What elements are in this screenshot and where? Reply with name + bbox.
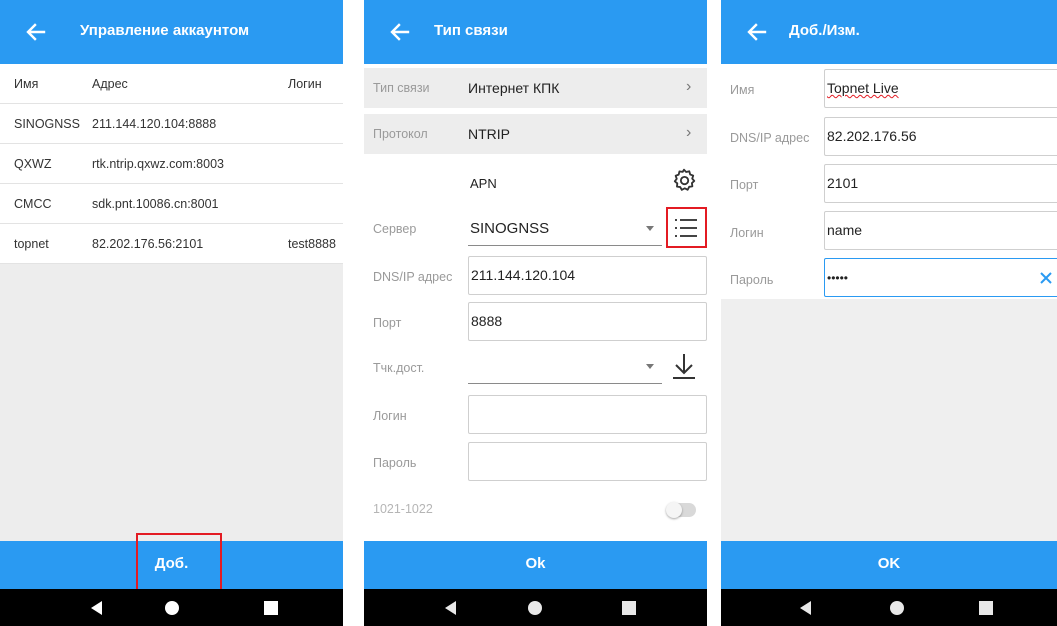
name-label: Имя <box>730 83 755 97</box>
chevron-down-icon <box>646 364 654 369</box>
table-row[interactable]: SINOGNSS 211.144.120.104:8888 <box>0 104 343 144</box>
rtcm-label: 1021-1022 <box>373 502 433 516</box>
add-edit-screen: Доб./Изм. Имя Topnet Live DNS/IP адрес 8… <box>721 0 1057 626</box>
circle-home-icon[interactable] <box>888 599 906 617</box>
close-icon[interactable] <box>1039 271 1053 285</box>
table-header: Имя Адрес Логин <box>0 64 343 104</box>
page-title: Доб./Изм. <box>789 22 860 39</box>
password-input-value: ••••• <box>827 271 849 285</box>
download-icon[interactable] <box>670 351 698 381</box>
server-label: Сервер <box>373 222 417 236</box>
conn-type-value: Интернет КПК <box>468 80 560 96</box>
ok-button-label: OK <box>877 555 901 572</box>
account-login: test8888 <box>288 237 336 251</box>
mountpoint-label: Тчк.дост. <box>373 361 425 375</box>
dns-input-value: 211.144.120.104 <box>471 267 576 283</box>
dns-input[interactable]: 211.144.120.104 <box>468 256 707 295</box>
page-title: Тип связи <box>434 22 508 39</box>
account-list-area: Имя Адрес Логин SINOGNSS 211.144.120.104… <box>0 64 343 541</box>
gear-icon[interactable] <box>671 167 697 193</box>
server-select[interactable]: SINOGNSS <box>468 210 662 246</box>
account-table: Имя Адрес Логин SINOGNSS 211.144.120.104… <box>0 64 343 264</box>
page-title: Управление аккаунтом <box>80 22 250 39</box>
login-input[interactable] <box>468 395 707 434</box>
password-label: Пароль <box>730 273 774 287</box>
port-input[interactable]: 8888 <box>468 302 707 341</box>
port-input[interactable]: 2101 <box>824 164 1057 203</box>
server-select-value: SINOGNSS <box>470 220 550 237</box>
square-recents-icon[interactable] <box>262 599 280 617</box>
chevron-right-icon: › <box>686 124 692 141</box>
chevron-down-icon <box>646 226 654 231</box>
conn-type-row[interactable]: Тип связи Интернет КПК › <box>364 68 707 108</box>
triangle-back-icon[interactable] <box>797 599 815 617</box>
port-input-value: 2101 <box>827 175 859 191</box>
login-label: Логин <box>373 409 407 423</box>
app-bar: Доб./Изм. <box>721 0 1057 64</box>
connection-form: Тип связи Интернет КПК › Протокол NTRIP … <box>364 64 707 541</box>
column-header-name: Имя <box>14 77 39 91</box>
account-management-screen: Управление аккаунтом Имя Адрес Логин SIN… <box>0 0 343 626</box>
table-row[interactable]: QXWZ rtk.ntrip.qxwz.com:8003 <box>0 144 343 184</box>
account-address: sdk.pnt.10086.cn:8001 <box>92 197 219 211</box>
apn-label: APN <box>470 176 497 191</box>
account-address: rtk.ntrip.qxwz.com:8003 <box>92 157 224 171</box>
dns-input[interactable]: 82.202.176.56 <box>824 117 1057 156</box>
system-nav-bar <box>721 589 1057 626</box>
account-address: 82.202.176.56:2101 <box>92 237 204 251</box>
arrow-left-icon[interactable] <box>24 20 48 44</box>
protocol-label: Протокол <box>373 127 428 141</box>
password-input[interactable]: ••••• <box>824 258 1057 297</box>
column-header-address: Адрес <box>92 77 128 91</box>
login-input[interactable]: name <box>824 211 1057 250</box>
triangle-back-icon[interactable] <box>442 599 460 617</box>
app-bar: Тип связи <box>364 0 707 64</box>
port-input-value: 8888 <box>471 313 503 329</box>
column-header-login: Логин <box>288 77 322 91</box>
account-name: SINOGNSS <box>14 117 80 131</box>
protocol-row[interactable]: Протокол NTRIP › <box>364 114 707 154</box>
circle-home-icon[interactable] <box>163 599 181 617</box>
login-input-value: name <box>827 222 863 238</box>
dns-input-value: 82.202.176.56 <box>827 128 917 144</box>
port-label: Порт <box>730 178 759 192</box>
system-nav-bar <box>364 589 707 626</box>
chevron-right-icon: › <box>686 78 692 95</box>
dns-label: DNS/IP адрес <box>730 131 810 145</box>
arrow-left-icon[interactable] <box>745 20 769 44</box>
name-input[interactable]: Topnet Live <box>824 69 1057 108</box>
system-nav-bar <box>0 589 343 626</box>
app-bar: Управление аккаунтом <box>0 0 343 64</box>
edit-form-fields: Имя Topnet Live DNS/IP адрес 82.202.176.… <box>721 64 1057 299</box>
list-icon-highlight <box>666 207 707 248</box>
account-name: topnet <box>14 237 49 251</box>
account-address: 211.144.120.104:8888 <box>92 117 217 131</box>
password-input[interactable] <box>468 442 707 481</box>
table-row[interactable]: topnet 82.202.176.56:2101 test8888 <box>0 224 343 264</box>
table-row[interactable]: CMCC sdk.pnt.10086.cn:8001 <box>0 184 343 224</box>
triangle-back-icon[interactable] <box>88 599 106 617</box>
ok-button[interactable]: Ok <box>364 541 707 589</box>
arrow-left-icon[interactable] <box>388 20 412 44</box>
conn-type-label: Тип связи <box>373 81 430 95</box>
port-label: Порт <box>373 316 402 330</box>
ok-button[interactable]: OK <box>721 541 1057 589</box>
toggle-knob <box>666 502 682 518</box>
account-name: QXWZ <box>14 157 52 171</box>
square-recents-icon[interactable] <box>620 599 638 617</box>
ok-button-label: Ok <box>525 555 546 572</box>
rtcm-toggle[interactable] <box>666 501 698 519</box>
account-name: CMCC <box>14 197 52 211</box>
circle-home-icon[interactable] <box>526 599 544 617</box>
dns-label: DNS/IP адрес <box>373 270 453 284</box>
password-label: Пароль <box>373 456 417 470</box>
login-label: Логин <box>730 226 764 240</box>
name-input-value: Topnet Live <box>827 80 899 96</box>
protocol-value: NTRIP <box>468 126 510 142</box>
connection-type-screen: Тип связи Тип связи Интернет КПК › Прото… <box>364 0 707 626</box>
edit-form: Имя Topnet Live DNS/IP адрес 82.202.176.… <box>721 64 1057 541</box>
mountpoint-select[interactable] <box>468 348 662 384</box>
square-recents-icon[interactable] <box>977 599 995 617</box>
